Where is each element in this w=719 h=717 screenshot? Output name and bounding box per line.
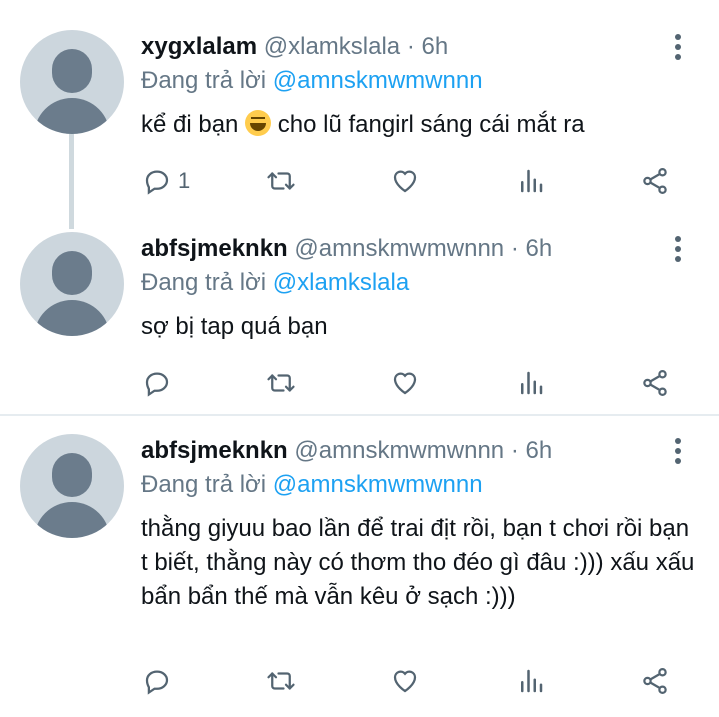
retweet-button[interactable] xyxy=(266,161,296,201)
analytics-icon xyxy=(521,169,543,193)
action-bar xyxy=(0,363,719,403)
analytics-icon xyxy=(521,669,543,693)
more-icon[interactable] xyxy=(664,234,692,264)
tweet-text: kể đi bạn cho lũ fangirl sáng cái mắt ra xyxy=(141,110,585,138)
analytics-icon xyxy=(521,371,543,395)
tweet-2[interactable]: abfsjmeknkn @amnskmwmwnnn · 6h Đang trả … xyxy=(0,214,719,414)
share-icon xyxy=(643,370,667,396)
reply-button[interactable] xyxy=(142,661,178,701)
tweet-header: xygxlalam @xlamkslala · 6h xyxy=(141,32,448,62)
replying-to: Đang trả lời @xlamkslala xyxy=(141,269,410,296)
share-button[interactable] xyxy=(640,161,670,201)
action-bar xyxy=(0,661,719,701)
display-name[interactable]: abfsjmeknkn xyxy=(141,437,288,464)
share-icon xyxy=(643,668,667,694)
retweet-icon xyxy=(267,374,295,392)
avatar[interactable] xyxy=(20,232,124,336)
mention-link[interactable]: @xlamkslala xyxy=(273,269,409,296)
display-name[interactable]: abfsjmeknkn xyxy=(141,235,288,262)
retweet-button[interactable] xyxy=(266,363,296,403)
retweet-icon xyxy=(267,172,295,190)
analytics-button[interactable] xyxy=(516,363,546,403)
mention-link[interactable]: @amnskmwmwnnn xyxy=(273,67,483,94)
rolling-on-floor-laughing-icon xyxy=(245,110,272,136)
like-icon xyxy=(393,670,417,693)
reply-icon xyxy=(145,372,169,397)
reply-icon xyxy=(145,670,169,695)
tweet-header: abfsjmeknkn @amnskmwmwnnn · 6h xyxy=(141,436,552,466)
tweet-text: thằng giyuu bao lần để trai địt rồi, bạn… xyxy=(141,515,695,610)
more-icon[interactable] xyxy=(664,436,692,466)
analytics-button[interactable] xyxy=(516,161,546,201)
retweet-button[interactable] xyxy=(266,661,296,701)
like-button[interactable] xyxy=(390,161,420,201)
tweet-3[interactable]: abfsjmeknkn @amnskmwmwnnn · 6h Đang trả … xyxy=(0,416,719,717)
timestamp[interactable]: · 6h xyxy=(511,235,552,262)
tweet-header: abfsjmeknkn @amnskmwmwnnn · 6h xyxy=(141,234,552,264)
like-button[interactable] xyxy=(390,363,420,403)
display-name[interactable]: xygxlalam xyxy=(141,33,257,60)
avatar[interactable] xyxy=(20,434,124,538)
tweet-1[interactable]: xygxlalam @xlamkslala · 6h Đang trả lời … xyxy=(0,0,719,214)
replying-to: Đang trả lời @amnskmwmwnnn xyxy=(141,67,483,94)
like-button[interactable] xyxy=(390,661,420,701)
share-button[interactable] xyxy=(640,363,670,403)
reply-button[interactable] xyxy=(142,363,178,403)
timestamp[interactable]: · 6h xyxy=(407,33,448,60)
like-icon xyxy=(393,170,417,193)
retweet-icon xyxy=(267,672,295,690)
mention-link[interactable]: @amnskmwmwnnn xyxy=(273,471,483,498)
share-icon xyxy=(643,168,667,194)
like-icon xyxy=(393,372,417,395)
analytics-button[interactable] xyxy=(516,661,546,701)
reply-icon xyxy=(145,170,169,195)
tweet-text: sợ bị tap quá bạn xyxy=(141,313,328,340)
handle[interactable]: @amnskmwmwnnn xyxy=(294,235,504,262)
share-button[interactable] xyxy=(640,661,670,701)
handle[interactable]: @xlamkslala xyxy=(264,33,400,60)
avatar[interactable] xyxy=(20,30,124,134)
replying-to: Đang trả lời @amnskmwmwnnn xyxy=(141,471,483,498)
reply-count: 1 xyxy=(178,168,191,193)
handle[interactable]: @amnskmwmwnnn xyxy=(294,437,504,464)
action-bar: 1 xyxy=(0,161,719,201)
more-icon[interactable] xyxy=(664,32,692,62)
reply-button[interactable]: 1 xyxy=(142,161,190,201)
timestamp[interactable]: · 6h xyxy=(511,437,552,464)
